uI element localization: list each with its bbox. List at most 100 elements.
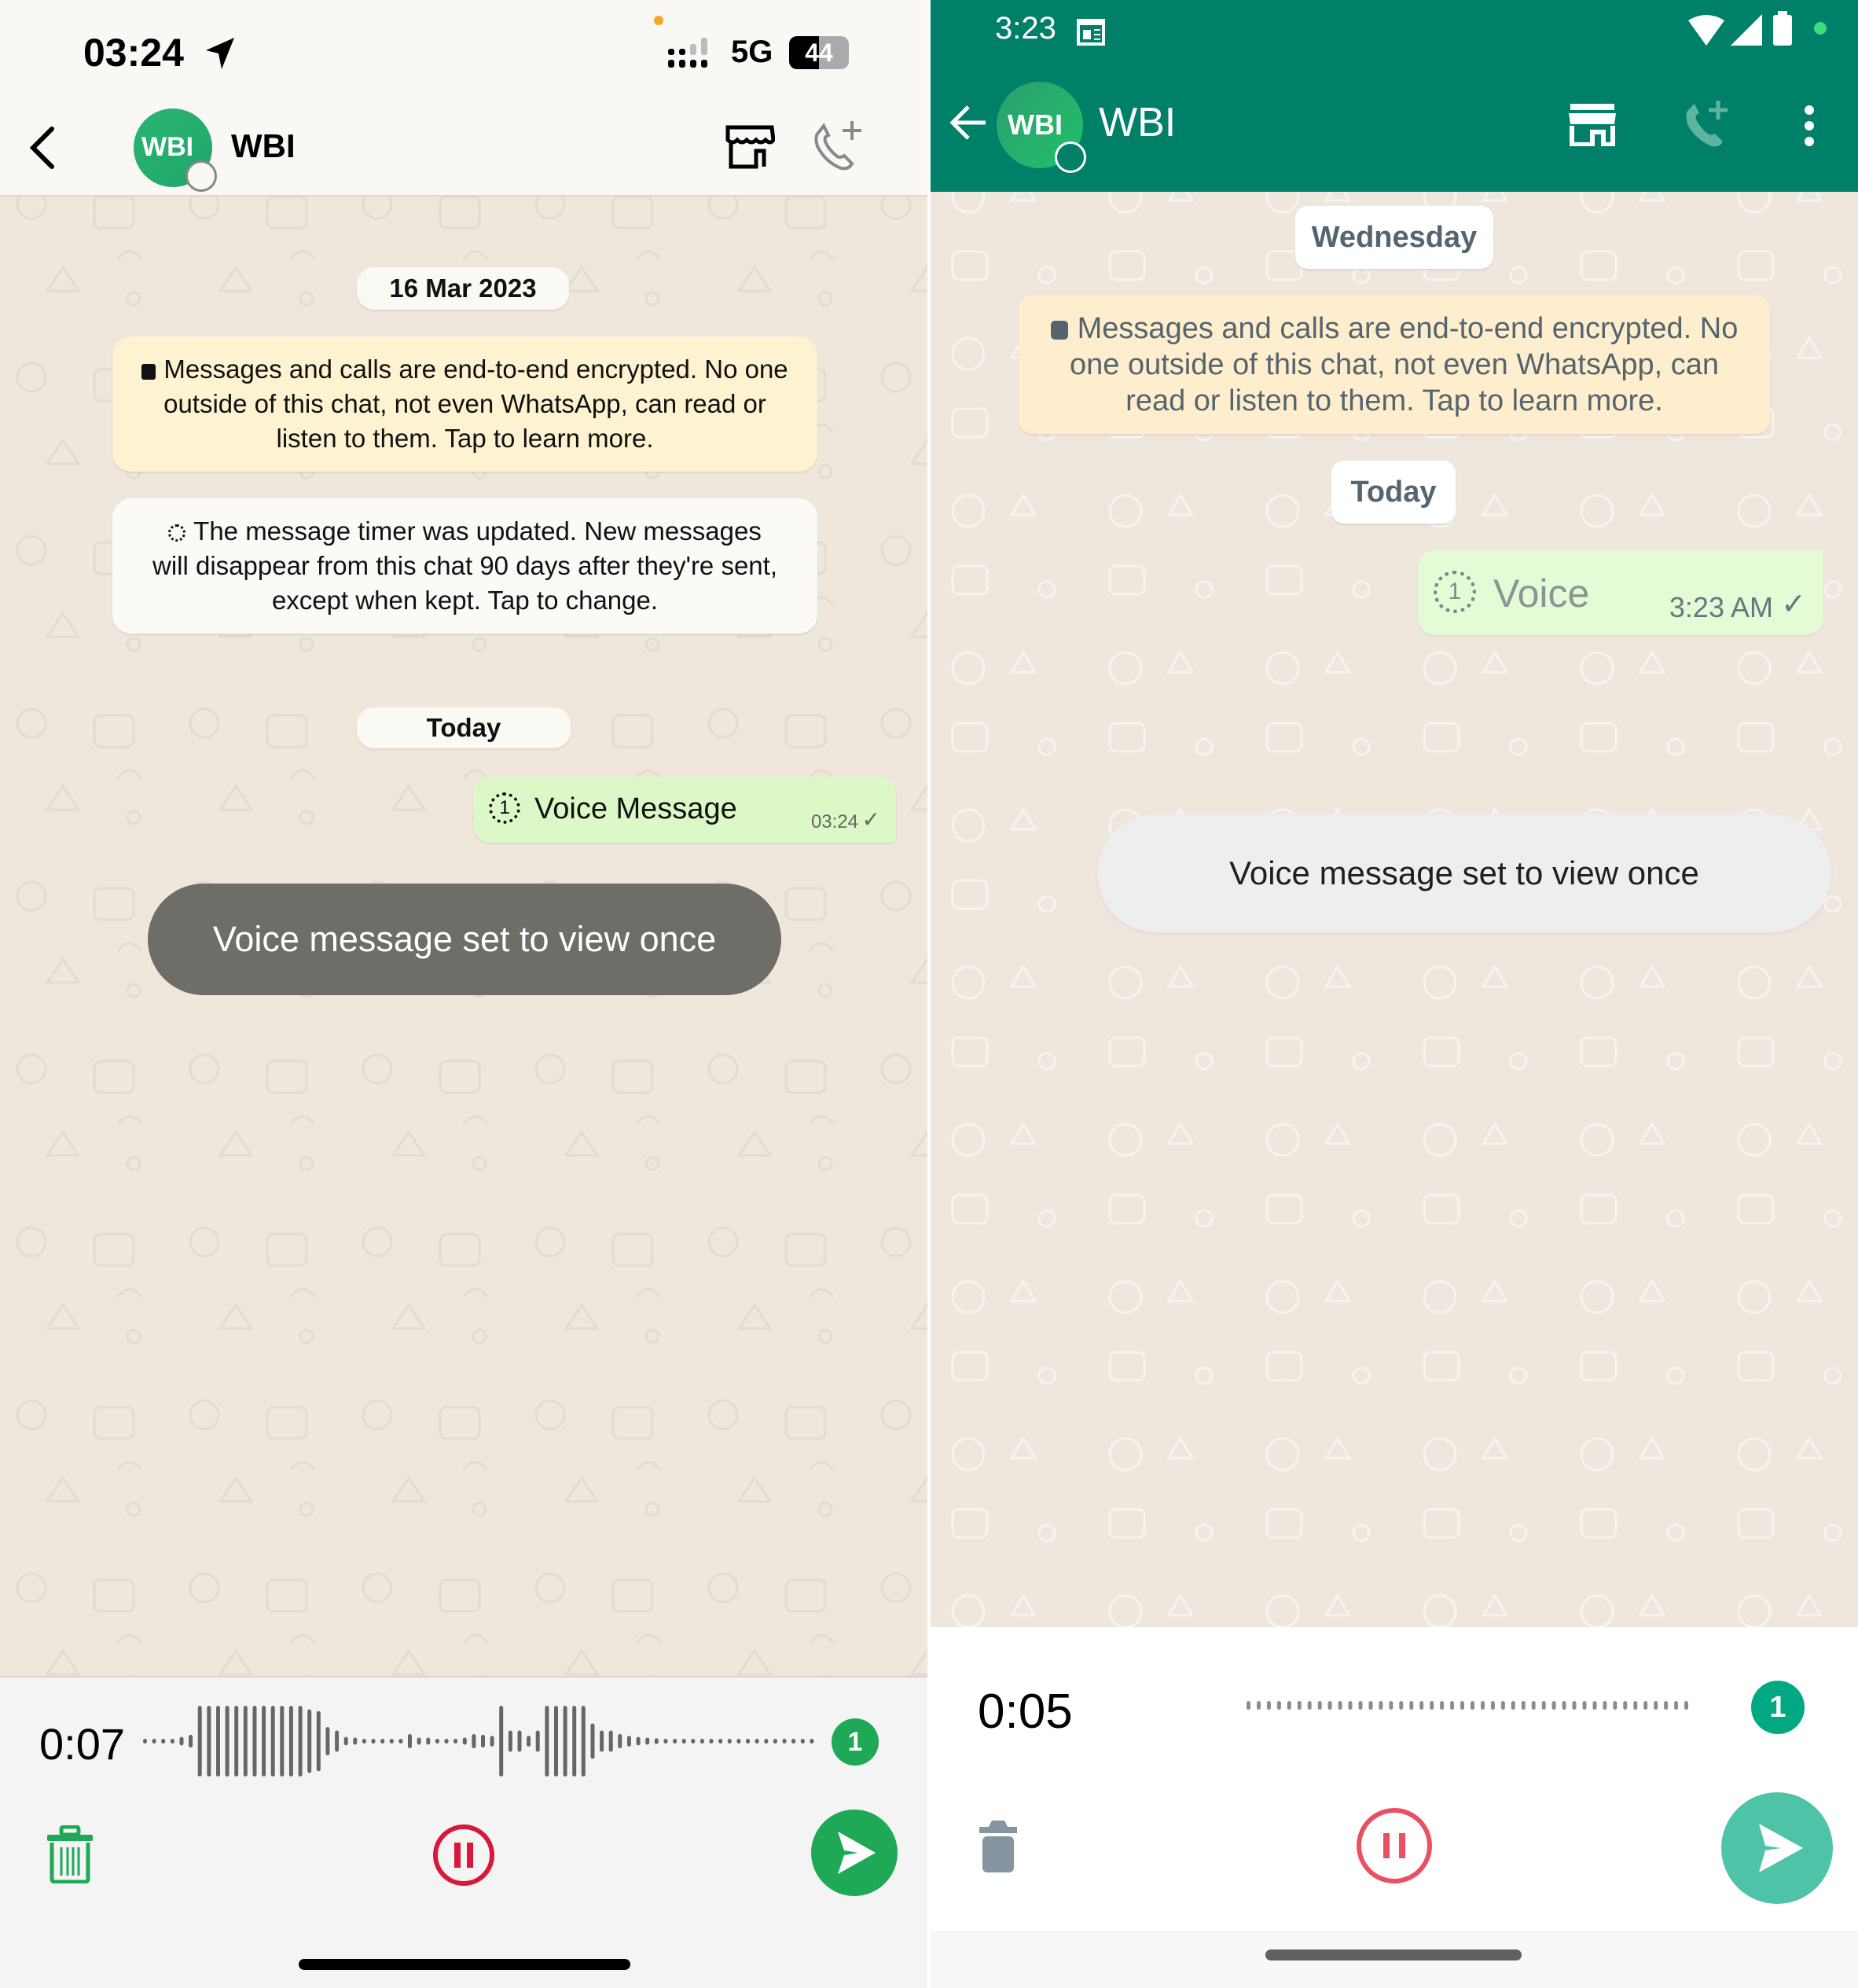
waveform-dot bbox=[1379, 1701, 1383, 1710]
waveform-bar bbox=[590, 1723, 595, 1759]
waveform-bar bbox=[325, 1727, 330, 1755]
waveform-dot bbox=[1389, 1701, 1394, 1710]
privacy-indicator-dot bbox=[1814, 22, 1827, 35]
waveform-bar bbox=[152, 1739, 156, 1744]
waveform-bar bbox=[234, 1706, 239, 1777]
waveform-dot bbox=[1460, 1701, 1464, 1710]
waveform-bar bbox=[216, 1706, 220, 1777]
battery-indicator: 44 bbox=[789, 36, 849, 69]
waveform-bar bbox=[764, 1739, 769, 1744]
wifi-icon bbox=[1688, 15, 1724, 46]
waveform-bar bbox=[371, 1739, 376, 1744]
timer-notice[interactable]: The message timer was updated. New messa… bbox=[112, 498, 817, 634]
contact-name[interactable]: WBI bbox=[231, 127, 296, 165]
contact-name[interactable]: WBI bbox=[1099, 99, 1176, 146]
waveform-dot bbox=[1551, 1701, 1556, 1710]
add-call-icon[interactable] bbox=[1682, 99, 1729, 149]
waveform-bar bbox=[654, 1738, 659, 1744]
waveform-bar bbox=[535, 1730, 540, 1752]
waveform-bar bbox=[426, 1737, 431, 1745]
waveform-bar bbox=[636, 1736, 641, 1746]
waveform-bar bbox=[673, 1739, 677, 1744]
trash-icon[interactable] bbox=[979, 1821, 1017, 1872]
waveform-bar bbox=[727, 1739, 732, 1744]
waveform-bar bbox=[353, 1737, 358, 1745]
waveform-dot bbox=[1684, 1701, 1688, 1710]
waveform-dot bbox=[1297, 1701, 1302, 1710]
gesture-nav-bar[interactable] bbox=[1265, 1949, 1522, 1960]
waveform-bar bbox=[343, 1736, 348, 1746]
waveform-bar bbox=[718, 1739, 723, 1744]
waveform-dot bbox=[1511, 1701, 1515, 1710]
waveform-bar bbox=[143, 1739, 147, 1744]
waveform-bar bbox=[389, 1739, 394, 1744]
encryption-notice[interactable]: Messages and calls are end-to-end encryp… bbox=[1019, 296, 1770, 434]
message-time: 03:24 bbox=[810, 811, 858, 832]
sent-check-icon: ✓ bbox=[861, 807, 880, 832]
recording-duration: 0:07 bbox=[39, 1719, 125, 1769]
avatar[interactable]: WBI bbox=[997, 82, 1086, 173]
trash-icon[interactable] bbox=[46, 1825, 94, 1883]
outgoing-message-bubble[interactable]: 1 Voice Message 03:24 ✓ bbox=[473, 777, 896, 843]
pause-icon[interactable] bbox=[432, 1824, 495, 1887]
waveform-dot bbox=[1664, 1701, 1669, 1710]
waveform-bar bbox=[563, 1706, 567, 1777]
waveform-dot bbox=[1674, 1701, 1679, 1710]
encryption-notice[interactable]: Messages and calls are end-to-end encryp… bbox=[112, 336, 817, 472]
waveform-bar bbox=[810, 1739, 814, 1744]
waveform-bar bbox=[709, 1739, 714, 1744]
storefront-icon[interactable] bbox=[1569, 102, 1616, 146]
message-text: Voice bbox=[1493, 571, 1590, 616]
waveform-bar bbox=[545, 1706, 549, 1777]
lock-icon bbox=[141, 364, 156, 380]
disappearing-timer-icon bbox=[168, 524, 186, 542]
waveform-dot bbox=[1481, 1701, 1485, 1710]
view-once-icon: 1 bbox=[489, 792, 520, 824]
status-time: 3:23 bbox=[995, 11, 1056, 46]
send-button[interactable] bbox=[811, 1810, 898, 1896]
home-indicator[interactable] bbox=[299, 1959, 630, 1970]
waveform-dot bbox=[1541, 1701, 1546, 1710]
waveform-bar bbox=[554, 1706, 558, 1777]
waveform-dot bbox=[1419, 1701, 1424, 1710]
waveform-bar bbox=[335, 1730, 340, 1752]
waveform-bar bbox=[316, 1711, 321, 1772]
waveform-bar bbox=[307, 1709, 312, 1773]
waveform-dot bbox=[1317, 1701, 1322, 1710]
view-once-toggle[interactable]: 1 bbox=[1751, 1681, 1805, 1734]
network-type: 5G bbox=[731, 35, 773, 69]
outgoing-message-bubble[interactable]: 1 Voice 3:23 AM ✓ bbox=[1418, 550, 1823, 635]
waveform-dot bbox=[1654, 1701, 1658, 1710]
waveform-dot bbox=[1490, 1701, 1495, 1710]
waveform-bar bbox=[517, 1730, 522, 1752]
more-vert-icon[interactable] bbox=[1801, 104, 1817, 148]
storefront-icon[interactable] bbox=[725, 124, 775, 170]
pause-icon[interactable] bbox=[1355, 1806, 1434, 1885]
view-once-icon: 1 bbox=[1434, 571, 1476, 613]
view-once-toggle[interactable]: 1 bbox=[832, 1718, 879, 1766]
add-call-icon[interactable] bbox=[810, 119, 865, 171]
waveform-bar bbox=[791, 1739, 796, 1744]
waveform-dot bbox=[1247, 1701, 1250, 1710]
status-time: 03:24 bbox=[83, 31, 184, 75]
waveform-bar bbox=[280, 1706, 285, 1777]
waveform-bar bbox=[645, 1737, 650, 1745]
voice-recorder-panel bbox=[929, 1627, 1858, 1931]
send-button[interactable] bbox=[1721, 1792, 1833, 1904]
recording-waveform bbox=[143, 1706, 814, 1777]
waveform-dot bbox=[1399, 1701, 1404, 1710]
waveform-bar bbox=[572, 1706, 577, 1777]
message-time: 3:23 AM bbox=[1669, 591, 1773, 623]
waveform-bar bbox=[207, 1706, 211, 1777]
waveform-bar bbox=[462, 1737, 467, 1745]
waveform-bar bbox=[691, 1739, 696, 1744]
chevron-left-icon[interactable] bbox=[27, 126, 58, 170]
waveform-dot bbox=[1276, 1701, 1281, 1710]
waveform-bar bbox=[262, 1706, 266, 1777]
arrow-left-icon[interactable] bbox=[948, 102, 989, 143]
sent-check-icon: ✓ bbox=[1781, 588, 1806, 621]
avatar[interactable]: WBI bbox=[134, 108, 217, 192]
waveform-bar bbox=[618, 1734, 622, 1748]
waveform-bar bbox=[472, 1734, 476, 1748]
waveform-bar bbox=[398, 1739, 403, 1744]
